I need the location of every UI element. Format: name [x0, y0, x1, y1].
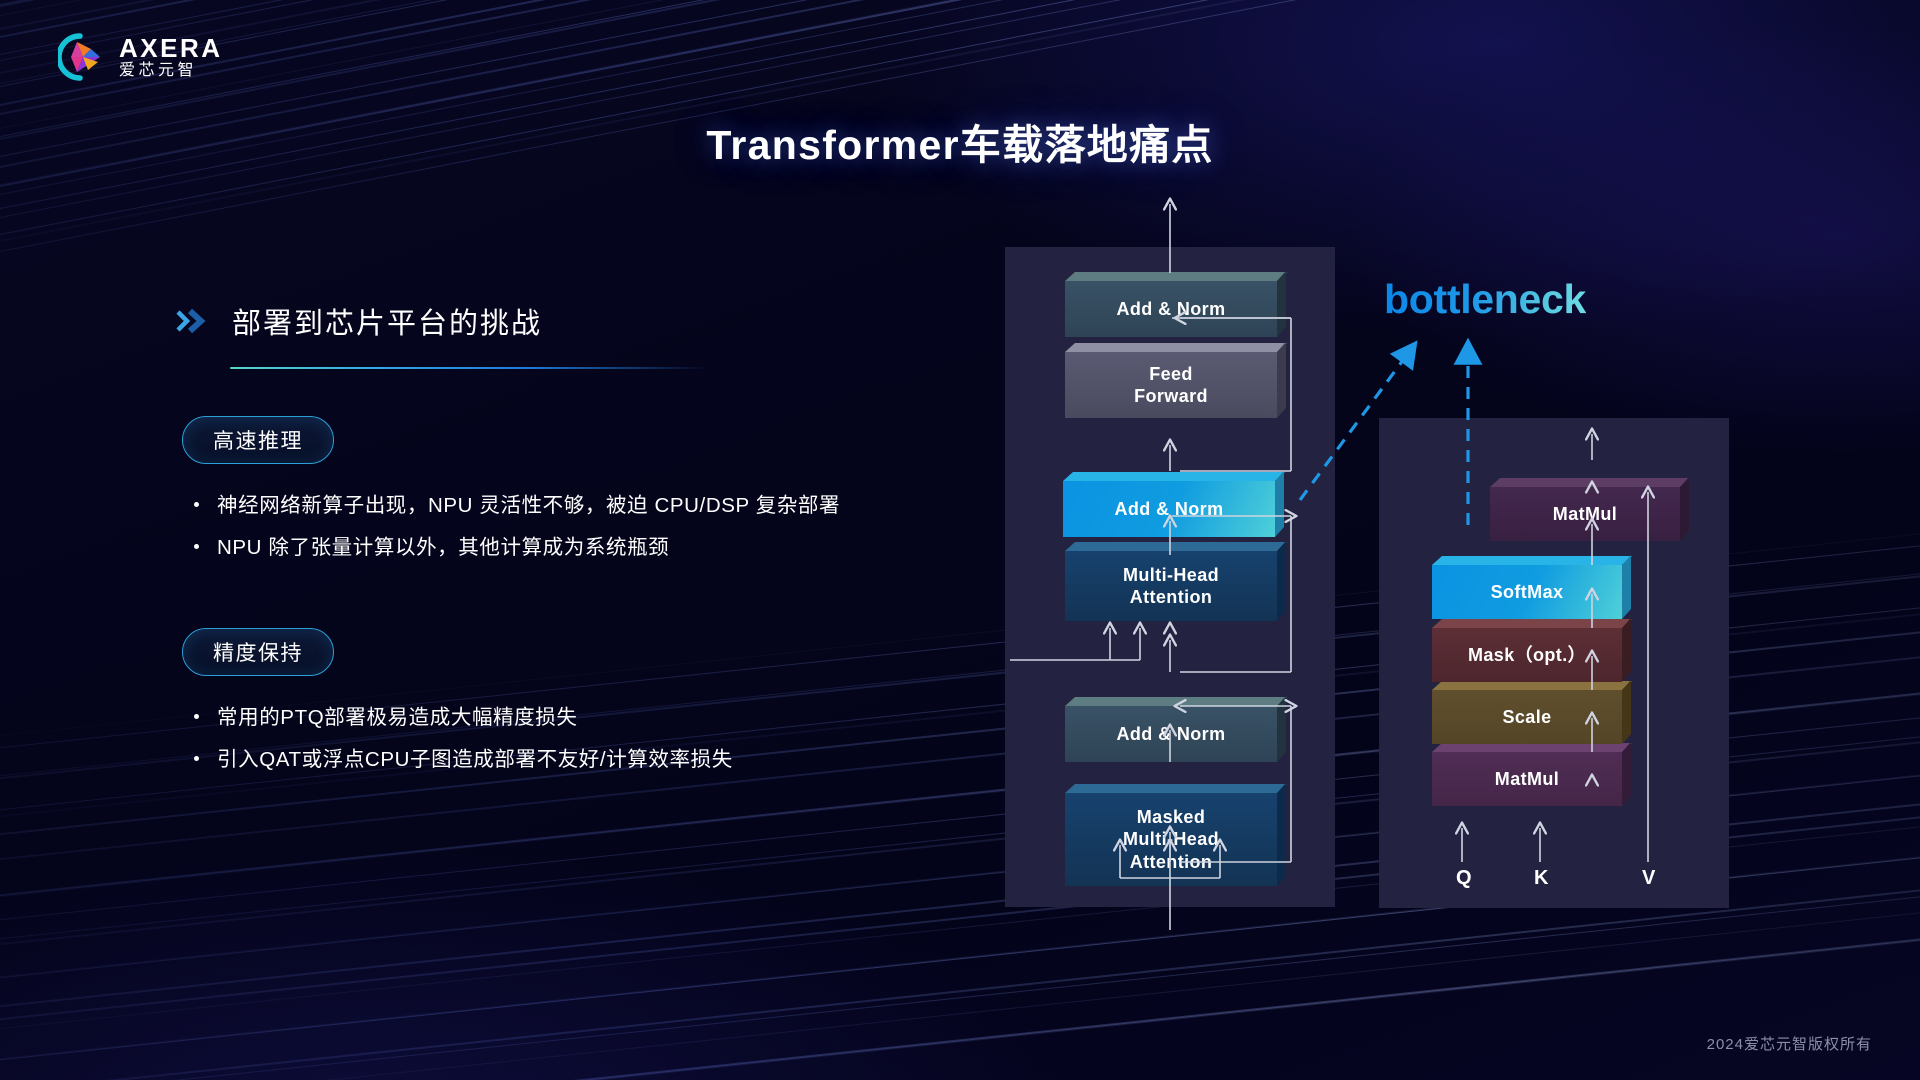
axera-diamond-logo-icon — [56, 32, 108, 82]
pill-jingdubaochi: 精度保持 — [182, 628, 334, 677]
page-title: Transformer车载落地痛点 — [706, 122, 1214, 168]
bullet-text: 神经网络新算子出现，NPU 灵活性不够，被迫 CPU/DSP 复杂部署 — [217, 494, 841, 517]
group-1: 高速推理 神经网络新算子出现，NPU 灵活性不够，被迫 CPU/DSP 复杂部署… — [176, 416, 916, 562]
bullet-list-1: 神经网络新算子出现，NPU 灵活性不够，被迫 CPU/DSP 复杂部署 NPU … — [194, 491, 916, 562]
bullet-list-2: 常用的PTQ部署极易造成大幅精度损失 引入QAT或浮点CPU子图造成部署不友好/… — [194, 703, 916, 774]
list-item: 常用的PTQ部署极易造成大幅精度损失 — [194, 703, 916, 732]
background-streaks-bottom — [0, 444, 1920, 1080]
bullet-text: NPU 除了张量计算以外，其他计算成为系统瓶颈 — [217, 536, 670, 560]
bullet-dot-icon — [194, 502, 199, 507]
section-heading-row: 部署到芯片平台的挑战 — [176, 300, 916, 342]
bottleneck-annotation: bottleneck — [1384, 276, 1587, 322]
bullet-dot-icon — [194, 544, 199, 550]
list-item: NPU 除了张量计算以外，其他计算成为系统瓶颈 — [194, 533, 916, 562]
bullet-text: 引入QAT或浮点CPU子图造成部署不友好/计算效率损失 — [217, 748, 733, 772]
list-item: 引入QAT或浮点CPU子图造成部署不友好/计算效率损失 — [194, 745, 916, 774]
brand-name-en: AXERA — [119, 33, 223, 63]
brand-logo: AXERA 爱芯元智 — [56, 32, 223, 82]
section-heading-label: 部署到芯片平台的挑战 — [232, 308, 543, 340]
brand-logo-text: AXERA 爱芯元智 — [119, 35, 223, 79]
bullet-text: 常用的PTQ部署极易造成大幅精度损失 — [217, 706, 578, 730]
list-item: 神经网络新算子出现，NPU 灵活性不够，被迫 CPU/DSP 复杂部署 — [194, 491, 916, 520]
bullet-dot-icon — [194, 714, 199, 720]
double-chevron-right-icon — [176, 306, 210, 336]
section-divider — [230, 367, 710, 369]
brand-name-cn: 爱芯元智 — [119, 62, 198, 79]
group-2: 精度保持 常用的PTQ部署极易造成大幅精度损失 引入QAT或浮点CPU子图造成部… — [176, 628, 916, 774]
left-content-column: 部署到芯片平台的挑战 高速推理 神经网络新算子出现，NPU 灵活性不够，被迫 C… — [176, 300, 916, 787]
copyright-footer: 2024爱芯元智版权所有 — [1706, 1036, 1872, 1053]
pill-gaosutuili: 高速推理 — [182, 416, 334, 464]
bullet-dot-icon — [194, 756, 199, 762]
